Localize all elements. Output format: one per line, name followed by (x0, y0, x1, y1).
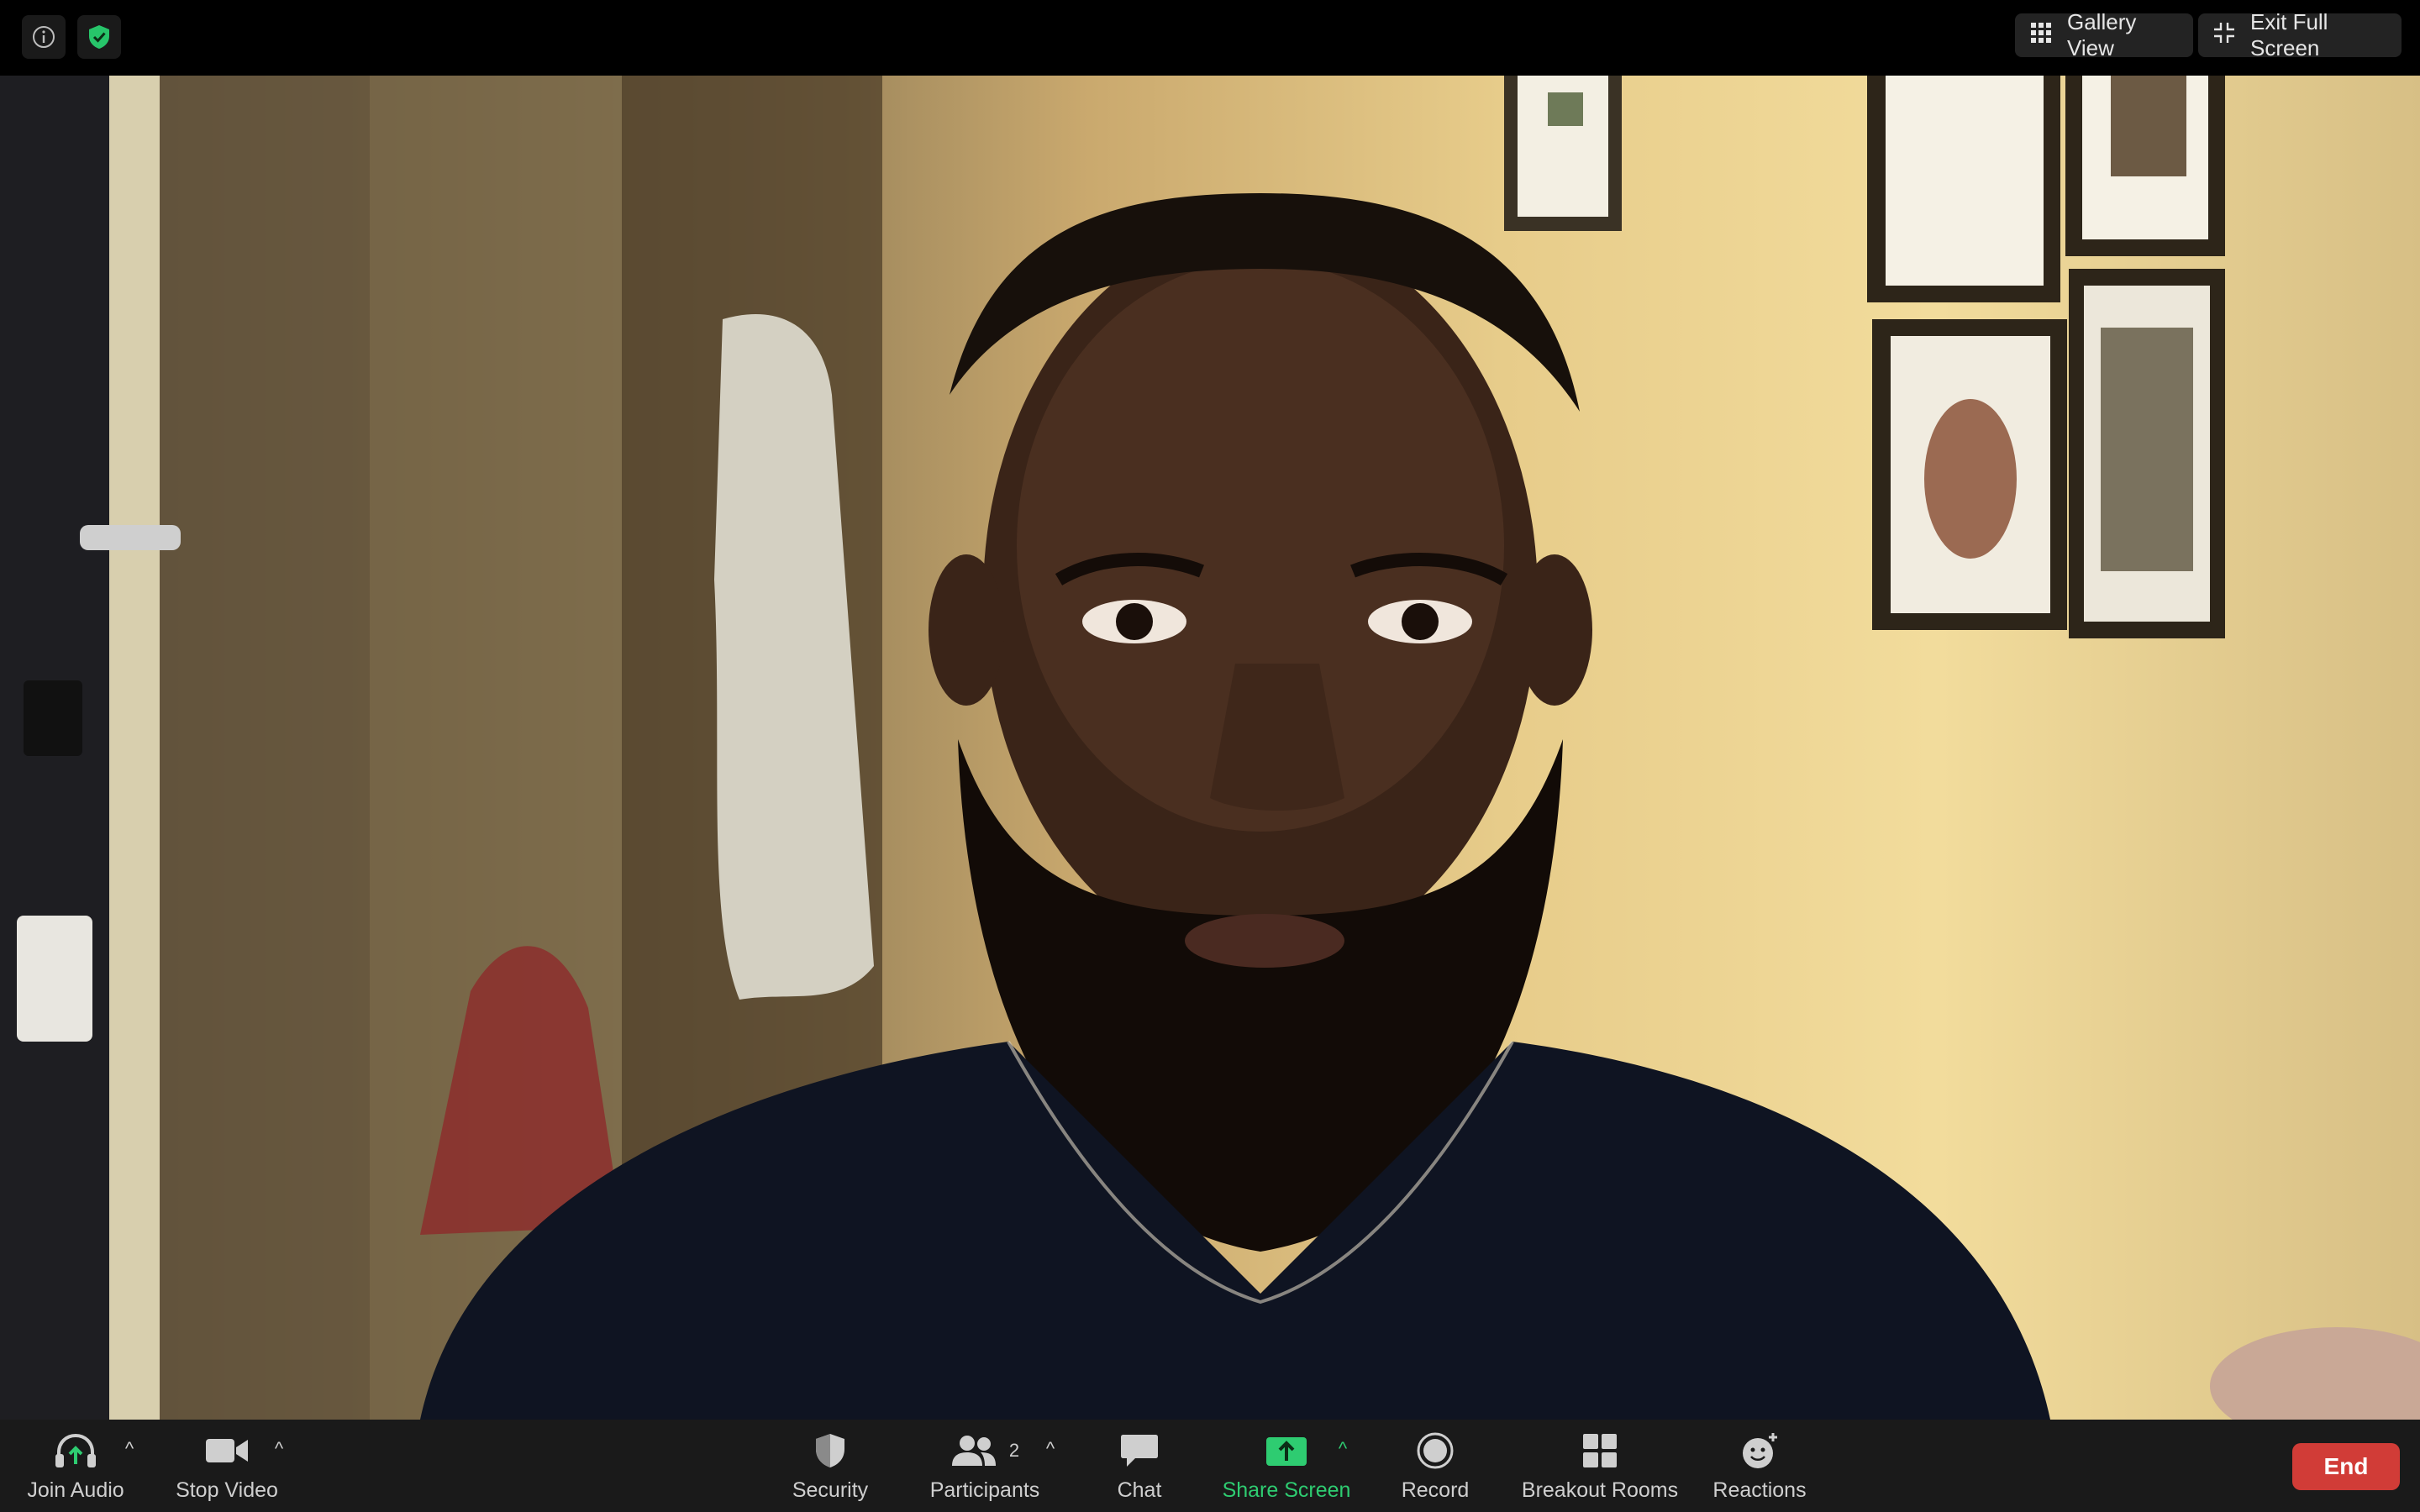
security-button[interactable]: Security (771, 1426, 889, 1507)
join-audio-label: Join Audio (27, 1478, 124, 1502)
exit-full-screen-button[interactable]: Exit Full Screen (2198, 9, 2402, 60)
video-camera-icon (204, 1426, 250, 1475)
participant-video[interactable] (0, 76, 2420, 1420)
shield-icon (813, 1426, 847, 1475)
end-meeting-button[interactable]: End (2292, 1443, 2400, 1490)
gallery-view-button[interactable]: Gallery View (2015, 9, 2193, 60)
audio-options-caret-icon[interactable]: ^ (119, 1438, 139, 1459)
shield-check-icon[interactable] (77, 15, 121, 59)
stop-video-button[interactable]: Stop Video (168, 1426, 286, 1507)
video-frame-illustration (0, 76, 2420, 1420)
gallery-view-label: Gallery View (2067, 9, 2137, 60)
grid-icon (2030, 22, 2052, 50)
exit-full-screen-label: Exit Full Screen (2250, 9, 2328, 60)
share-screen-label: Share Screen (1222, 1478, 1351, 1502)
top-bar: Gallery View Exit Full Screen (0, 0, 2420, 76)
reactions-smiley-icon (1739, 1426, 1780, 1475)
chat-label: Chat (1117, 1478, 1162, 1502)
breakout-rooms-button[interactable]: Breakout Rooms (1509, 1426, 1691, 1507)
participants-label: Participants (929, 1478, 1040, 1502)
reactions-label: Reactions (1712, 1478, 1807, 1502)
record-button[interactable]: Record (1386, 1426, 1484, 1507)
record-label: Record (1401, 1478, 1470, 1502)
info-icon[interactable] (22, 15, 66, 59)
record-icon (1417, 1426, 1454, 1475)
security-label: Security (792, 1478, 869, 1502)
reactions-button[interactable]: Reactions (1706, 1426, 1813, 1507)
participants-count: 2 (1008, 1440, 1020, 1461)
chat-button[interactable]: Chat (1089, 1426, 1190, 1507)
video-options-caret-icon[interactable]: ^ (269, 1438, 289, 1459)
participants-button[interactable]: 2 Participants (918, 1426, 1052, 1507)
headphones-icon (54, 1426, 97, 1475)
chat-bubble-icon (1120, 1426, 1159, 1475)
participants-options-caret-icon[interactable]: ^ (1040, 1438, 1060, 1459)
breakout-rooms-icon (1581, 1426, 1618, 1475)
participants-icon: 2 (950, 1426, 1019, 1475)
join-audio-button[interactable]: Join Audio (17, 1426, 134, 1507)
meeting-toolbar: Join Audio ^ Stop Video ^ Security 2 Par… (0, 1420, 2420, 1512)
share-options-caret-icon[interactable]: ^ (1333, 1438, 1353, 1459)
breakout-rooms-label: Breakout Rooms (1521, 1478, 1679, 1502)
exit-fullscreen-icon (2213, 22, 2235, 50)
stop-video-label: Stop Video (176, 1478, 278, 1502)
share-screen-icon (1265, 1426, 1308, 1475)
